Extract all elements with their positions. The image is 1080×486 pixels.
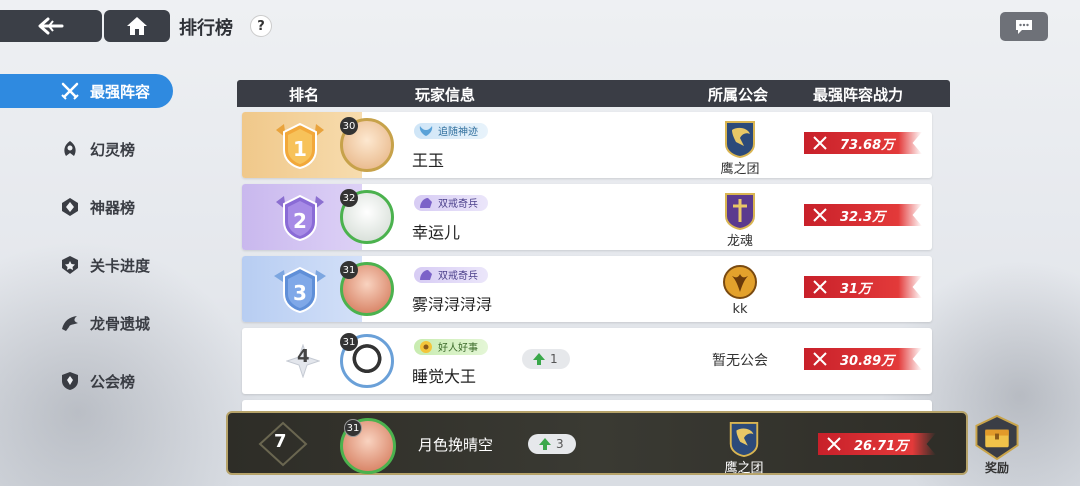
title-badge: 好人好事 (414, 339, 488, 355)
eagle-guild-emblem-icon (729, 421, 759, 457)
chat-button[interactable] (1000, 12, 1048, 41)
sidebar-item-label: 关卡进度 (90, 256, 151, 275)
player-name: 雾浔浔浔浔 (412, 295, 493, 314)
level-badge: 30 (340, 117, 358, 135)
guild-name: 龙魂 (726, 234, 753, 249)
svg-text:1: 1 (293, 137, 307, 161)
reward-label: 奖励 (984, 461, 1009, 475)
back-button[interactable] (0, 10, 102, 42)
table-row[interactable]: 3 31 双戒奇兵 雾浔浔浔浔 kk 31万 (242, 256, 932, 322)
sidebar-item-label: 公会榜 (90, 372, 136, 391)
power-value: 73.68万 (804, 132, 922, 154)
dragon-guild-emblem-icon (725, 193, 755, 230)
power-value: 30.89万 (804, 348, 922, 370)
sidebar-item-label: 最强阵容 (90, 82, 151, 101)
column-rank: 排名 (289, 86, 320, 104)
level-badge: 31 (340, 333, 358, 351)
column-guild: 所属公会 (708, 86, 769, 104)
chat-bubble-icon (1016, 19, 1032, 34)
sidebar-item-label: 龙骨遗城 (90, 314, 151, 333)
level-badge: 31 (340, 261, 358, 279)
crossed-swords-icon (813, 352, 827, 366)
crossed-swords-icon (61, 82, 79, 100)
sidebar-item-strongest-lineup[interactable]: 最强阵容 (0, 74, 173, 108)
my-level-badge: 31 (344, 419, 362, 437)
rank-number: 4 (297, 346, 310, 367)
artifact-icon (62, 198, 78, 216)
helmet-icon (420, 198, 432, 208)
svg-text:2: 2 (293, 209, 307, 233)
guild-name: kk (732, 302, 748, 317)
column-player: 玩家信息 (415, 86, 476, 104)
level-badge: 32 (340, 189, 358, 207)
crossed-swords-icon (827, 437, 841, 451)
back-arrow-icon (38, 17, 64, 35)
my-guild-name: 鹰之团 (724, 461, 764, 476)
helmet-icon (420, 270, 432, 280)
crossed-swords-icon (813, 136, 827, 150)
home-icon (127, 17, 147, 35)
rank-change-badge: 1 (522, 349, 570, 369)
svg-text:3: 3 (293, 281, 307, 305)
sidebar-item-dragon-ruins[interactable]: 龙骨遗城 (0, 306, 180, 340)
sidebar-item-artifact[interactable]: 神器榜 (0, 190, 180, 224)
spirit-icon (64, 141, 76, 156)
wings-icon (419, 126, 433, 136)
title-badge: 追随神迹 (414, 123, 488, 139)
player-name: 幸运儿 (412, 223, 461, 242)
up-arrow-icon (539, 438, 551, 450)
title-badge: 双戒奇兵 (414, 267, 488, 283)
title-badge: 双戒奇兵 (414, 195, 488, 211)
dragon-icon (62, 316, 78, 331)
guild-shield-icon (62, 372, 78, 390)
sidebar-item-guild[interactable]: 公会榜 (0, 364, 180, 398)
table-row[interactable]: 1 30 追随神迹 王玉 鹰之团 73.68万 (242, 112, 932, 178)
sidebar-item-label: 幻灵榜 (90, 140, 136, 159)
eagle-guild-emblem-icon (725, 121, 755, 158)
sidebar-item-spirit[interactable]: 幻灵榜 (0, 132, 180, 166)
table-row[interactable]: 2 32 双戒奇兵 幸运儿 龙魂 32.3万 (242, 184, 932, 250)
crossed-swords-icon (813, 280, 827, 294)
gold-medal-icon: 1 (276, 122, 324, 170)
reward-button[interactable]: 奖励 (970, 414, 1024, 476)
power-value: 32.3万 (804, 204, 922, 226)
crossed-swords-icon (813, 208, 827, 222)
ranking-table: 排名 玩家信息 所属公会 最强阵容战力 1 30 追随神迹 王玉 鹰之团 73.… (237, 80, 950, 416)
sidebar-item-label: 神器榜 (90, 198, 136, 217)
player-name: 睡觉大王 (412, 367, 477, 386)
sidebar: 最强阵容 幻灵榜 神器榜 关卡进度 龙骨遗城 公会榜 (0, 74, 180, 422)
page-title: 排行榜 (179, 18, 233, 39)
guild-name: 鹰之团 (720, 162, 760, 177)
stage-icon (62, 256, 78, 274)
help-button[interactable]: ? (250, 15, 272, 37)
my-rank-bar[interactable]: 7 31 月色挽晴空 3 鹰之团 26.71万 (226, 411, 968, 476)
bronze-medal-icon: 3 (274, 266, 326, 314)
sidebar-item-stage[interactable]: 关卡进度 (0, 248, 180, 282)
table-row[interactable]: 4 31 好人好事 睡觉大王 1 暂无公会 30.89万 (242, 328, 932, 394)
table-header: 排名 玩家信息 所属公会 最强阵容战力 (237, 80, 950, 107)
silver-medal-icon: 2 (276, 194, 324, 242)
home-button[interactable] (104, 10, 170, 42)
reward-chest-icon (975, 414, 1019, 461)
my-power-value: 26.71万 (818, 433, 936, 455)
my-player-name: 月色挽晴空 (418, 436, 494, 454)
phoenix-guild-emblem-icon (723, 265, 757, 299)
my-rank-change-badge: 3 (528, 434, 576, 454)
power-value: 31万 (804, 276, 922, 298)
sunflower-icon (420, 341, 432, 353)
guild-name: 暂无公会 (712, 353, 768, 369)
player-name: 王玉 (412, 151, 445, 170)
my-rank-number: 7 (274, 431, 287, 452)
up-arrow-icon (533, 353, 545, 365)
column-power: 最强阵容战力 (813, 86, 904, 104)
